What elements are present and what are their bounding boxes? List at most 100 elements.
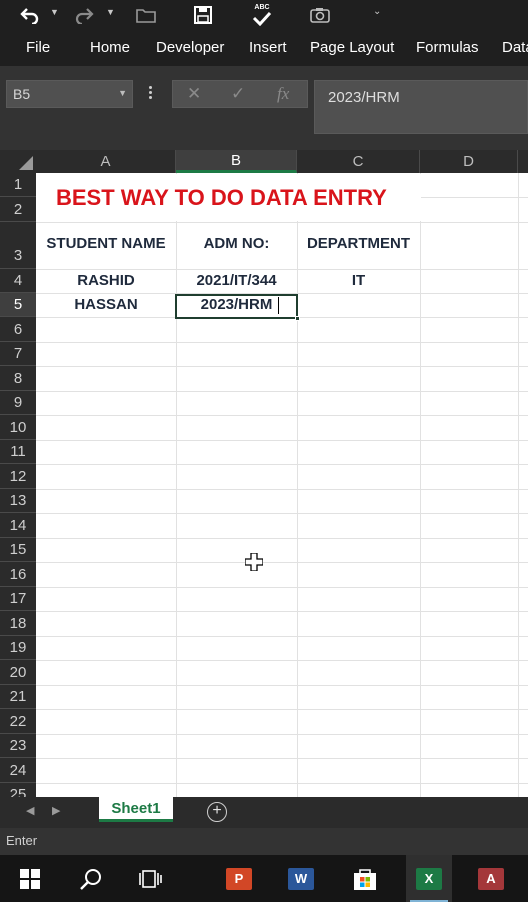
text-caret bbox=[278, 297, 279, 314]
name-box-dropdown-icon[interactable]: ▼ bbox=[118, 88, 127, 98]
table-cell[interactable]: 2021/IT/344 bbox=[176, 272, 297, 289]
confirm-entry-icon[interactable]: ✓ bbox=[231, 84, 245, 104]
formula-input[interactable]: 2023/HRM bbox=[314, 80, 528, 134]
tab-home[interactable]: Home bbox=[90, 39, 130, 56]
status-bar: Enter bbox=[0, 828, 528, 855]
table-cell[interactable]: HASSAN bbox=[36, 296, 176, 313]
access-icon[interactable]: A bbox=[468, 855, 514, 902]
column-header-d[interactable]: D bbox=[420, 150, 518, 173]
tab-file[interactable]: File bbox=[26, 39, 50, 56]
gridline bbox=[36, 513, 528, 514]
add-sheet-icon[interactable]: + bbox=[207, 802, 227, 822]
row-header-1[interactable]: 1 bbox=[0, 173, 36, 197]
column-header-a[interactable]: A bbox=[36, 150, 176, 173]
row-header-16[interactable]: 16 bbox=[0, 562, 36, 587]
open-folder-icon[interactable] bbox=[134, 0, 158, 30]
quick-access-toolbar: ▼ ▼ ABC ⌄ bbox=[0, 0, 528, 30]
row-header-19[interactable]: 19 bbox=[0, 636, 36, 660]
worksheet-grid[interactable]: BEST WAY TO DO DATA ENTRY STUDENT NAME A… bbox=[36, 173, 528, 797]
row-header-17[interactable]: 17 bbox=[0, 587, 36, 611]
excel-letter: X bbox=[416, 867, 442, 890]
row-header-25[interactable]: 25 bbox=[0, 783, 36, 797]
word-icon[interactable]: W bbox=[278, 855, 324, 902]
store-icon[interactable] bbox=[342, 855, 388, 902]
formula-buttons: ✕ ✓ fx bbox=[172, 80, 308, 108]
gridline bbox=[36, 538, 528, 539]
tab-insert[interactable]: Insert bbox=[249, 39, 287, 56]
taskbar: P W X A bbox=[0, 855, 528, 902]
gridline bbox=[420, 197, 528, 198]
row-header-18[interactable]: 18 bbox=[0, 611, 36, 636]
redo-icon[interactable] bbox=[72, 0, 96, 30]
row-header-5[interactable]: 5 bbox=[0, 293, 36, 317]
prev-sheet-icon[interactable]: ◀ bbox=[26, 804, 34, 817]
table-cell[interactable]: IT bbox=[297, 272, 420, 289]
access-letter: A bbox=[478, 867, 504, 890]
task-view-icon[interactable] bbox=[128, 855, 174, 902]
camera-icon[interactable] bbox=[308, 0, 332, 30]
formula-bar-area: B5 ▼ ✕ ✓ fx 2023/HRM bbox=[0, 66, 528, 150]
customize-toolbar-icon[interactable]: ⌄ bbox=[373, 6, 381, 17]
row-header-13[interactable]: 13 bbox=[0, 489, 36, 513]
row-header-8[interactable]: 8 bbox=[0, 366, 36, 391]
tab-page-layout[interactable]: Page Layout bbox=[310, 39, 394, 56]
save-icon[interactable] bbox=[191, 0, 215, 30]
next-sheet-icon[interactable]: ▶ bbox=[52, 804, 60, 817]
name-box[interactable]: B5 ▼ bbox=[6, 80, 133, 108]
row-header-23[interactable]: 23 bbox=[0, 734, 36, 758]
spelling-label: ABC bbox=[254, 4, 270, 11]
tab-formulas[interactable]: Formulas bbox=[416, 39, 479, 56]
column-header-c[interactable]: C bbox=[297, 150, 420, 173]
header-cell-adm-no[interactable]: ADM NO: bbox=[176, 235, 297, 252]
insert-function-icon[interactable]: fx bbox=[277, 84, 289, 104]
column-header-b[interactable]: B bbox=[176, 150, 297, 173]
search-icon[interactable] bbox=[68, 855, 114, 902]
row-header-15[interactable]: 15 bbox=[0, 538, 36, 562]
tab-developer[interactable]: Developer bbox=[156, 39, 224, 56]
active-cell-selection[interactable] bbox=[175, 294, 300, 321]
sheet-title: BEST WAY TO DO DATA ENTRY bbox=[56, 185, 387, 210]
gridline bbox=[36, 611, 528, 612]
undo-dropdown-icon[interactable]: ▼ bbox=[50, 7, 59, 17]
row-header-20[interactable]: 20 bbox=[0, 660, 36, 685]
more-options-icon[interactable] bbox=[146, 84, 154, 106]
row-header-2[interactable]: 2 bbox=[0, 197, 36, 222]
status-mode: Enter bbox=[6, 833, 38, 848]
row-header-9[interactable]: 9 bbox=[0, 391, 36, 415]
fill-handle[interactable] bbox=[295, 316, 300, 321]
row-header-24[interactable]: 24 bbox=[0, 758, 36, 783]
gridline bbox=[36, 489, 528, 490]
row-header-7[interactable]: 7 bbox=[0, 342, 36, 366]
row-headers: 1 2 3 4 5 6 7 8 9 10 11 12 13 14 15 16 1… bbox=[0, 173, 36, 797]
gridline bbox=[36, 783, 528, 784]
gridline bbox=[176, 173, 177, 797]
gridline bbox=[36, 660, 528, 661]
row-header-21[interactable]: 21 bbox=[0, 685, 36, 709]
gridline bbox=[36, 464, 528, 465]
gridline bbox=[36, 734, 528, 735]
row-header-3[interactable]: 3 bbox=[0, 222, 36, 269]
cancel-entry-icon[interactable]: ✕ bbox=[187, 84, 201, 104]
table-cell[interactable]: RASHID bbox=[36, 272, 176, 289]
row-header-10[interactable]: 10 bbox=[0, 415, 36, 440]
row-header-11[interactable]: 11 bbox=[0, 440, 36, 464]
windows-start-icon[interactable] bbox=[7, 855, 53, 902]
gridline bbox=[36, 366, 528, 367]
row-header-14[interactable]: 14 bbox=[0, 513, 36, 538]
row-header-4[interactable]: 4 bbox=[0, 269, 36, 293]
row-header-12[interactable]: 12 bbox=[0, 464, 36, 489]
powerpoint-icon[interactable]: P bbox=[216, 855, 262, 902]
tab-data[interactable]: Data bbox=[502, 39, 528, 56]
header-cell-student-name[interactable]: STUDENT NAME bbox=[36, 235, 176, 252]
header-cell-department[interactable]: DEPARTMENT bbox=[297, 235, 420, 252]
row-header-6[interactable]: 6 bbox=[0, 317, 36, 342]
undo-icon[interactable] bbox=[18, 0, 42, 30]
gridline bbox=[36, 685, 528, 686]
redo-dropdown-icon[interactable]: ▼ bbox=[106, 7, 115, 17]
spelling-icon[interactable]: ABC bbox=[248, 0, 276, 30]
ribbon-tabs: File Home Developer Insert Page Layout F… bbox=[0, 30, 528, 66]
sheet-tab-sheet1[interactable]: Sheet1 bbox=[99, 797, 173, 822]
excel-icon[interactable]: X bbox=[406, 855, 452, 902]
row-header-22[interactable]: 22 bbox=[0, 709, 36, 734]
select-all-button[interactable] bbox=[0, 150, 36, 173]
